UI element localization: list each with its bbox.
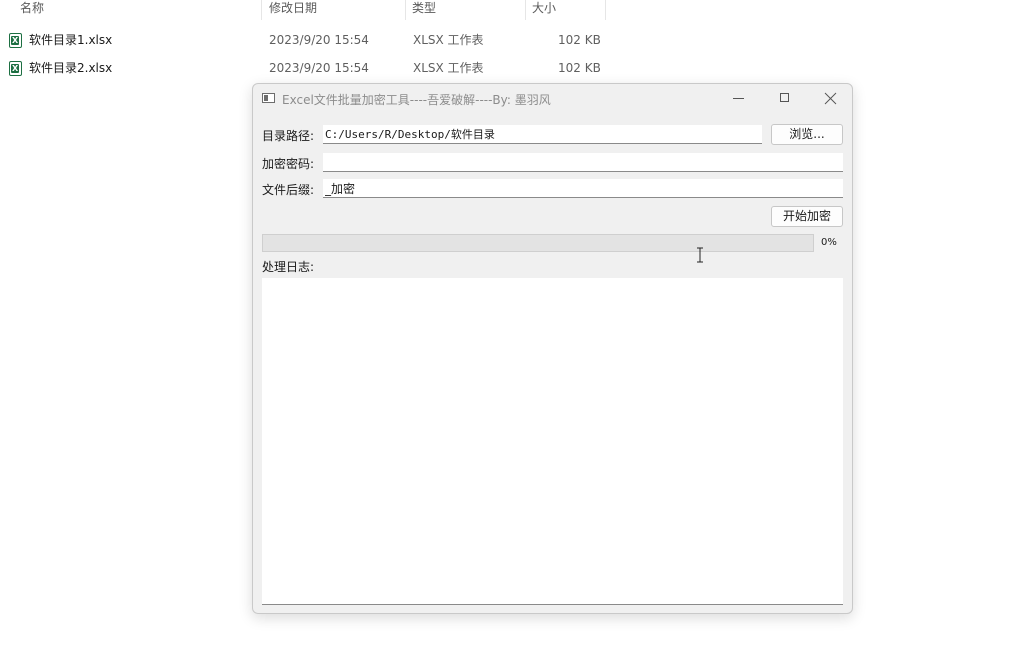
file-name: 软件目录1.xlsx — [29, 33, 113, 47]
file-modified: 2023/9/20 15:54 — [269, 61, 369, 75]
file-type: XLSX 工作表 — [413, 33, 484, 47]
suffix-input[interactable] — [323, 179, 843, 198]
dir-path-input[interactable] — [323, 125, 762, 144]
file-name: 软件目录2.xlsx — [29, 61, 113, 75]
file-row[interactable]: X 软件目录1.xlsx 2023/9/20 15:54 XLSX 工作表 10… — [0, 28, 620, 52]
start-encrypt-button[interactable]: 开始加密 — [771, 206, 843, 227]
column-header-size[interactable]: 大小 — [526, 0, 606, 20]
close-icon — [824, 92, 837, 105]
file-size: 102 KB — [558, 61, 601, 75]
progress-percent: 0% — [821, 237, 837, 248]
title-bar[interactable]: Excel文件批量加密工具----吾爱破解----By: 墨羽风 — [253, 84, 852, 114]
column-header-modified[interactable]: 修改日期 — [263, 0, 406, 20]
column-header-type[interactable]: 类型 — [406, 0, 526, 20]
file-size: 102 KB — [558, 33, 601, 47]
minimize-button[interactable] — [716, 84, 762, 114]
dir-path-label: 目录路径: — [262, 129, 315, 143]
log-label: 处理日志: — [262, 260, 315, 274]
app-window-icon — [262, 93, 275, 103]
excel-file-icon: X — [9, 61, 22, 76]
password-input[interactable] — [323, 153, 843, 172]
password-label: 加密密码: — [262, 157, 315, 171]
suffix-label: 文件后缀: — [262, 183, 315, 197]
text-cursor-icon — [697, 247, 703, 263]
file-type: XLSX 工作表 — [413, 61, 484, 75]
excel-file-icon: X — [9, 33, 22, 48]
encrypt-tool-window: Excel文件批量加密工具----吾爱破解----By: 墨羽风 目录路径: 浏… — [252, 83, 853, 614]
column-header-name[interactable]: 名称 — [14, 0, 262, 20]
browse-button[interactable]: 浏览... — [771, 124, 843, 145]
close-button[interactable] — [808, 84, 852, 114]
window-title: Excel文件批量加密工具----吾爱破解----By: 墨羽风 — [282, 93, 551, 107]
log-textarea[interactable] — [262, 278, 843, 605]
maximize-button[interactable] — [762, 84, 808, 114]
file-modified: 2023/9/20 15:54 — [269, 33, 369, 47]
file-row[interactable]: X 软件目录2.xlsx 2023/9/20 15:54 XLSX 工作表 10… — [0, 56, 620, 80]
progress-bar — [262, 234, 814, 252]
column-headers: 名称 修改日期 类型 大小 — [0, 0, 620, 20]
